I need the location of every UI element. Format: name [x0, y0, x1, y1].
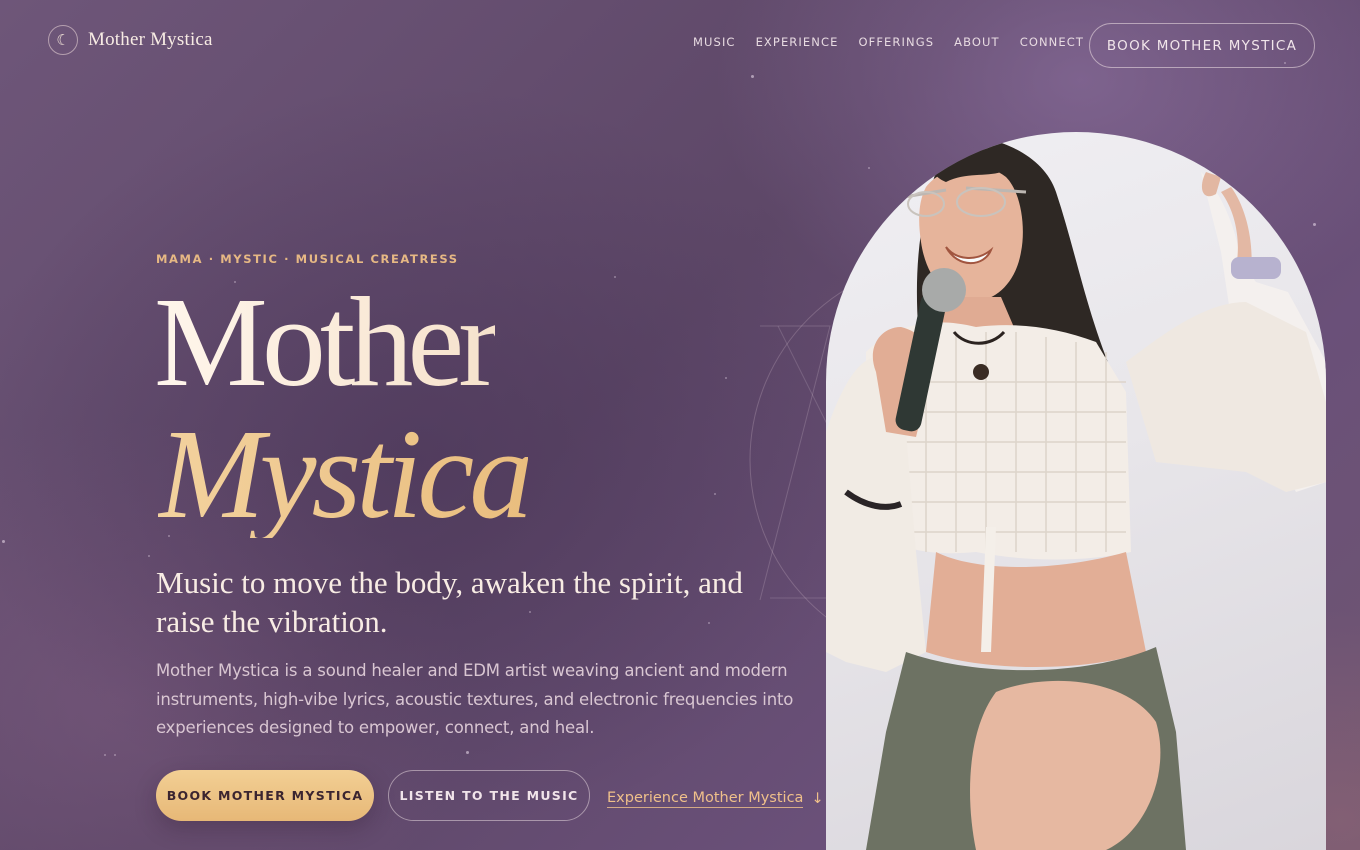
hero-tagline: Music to move the body, awaken the spiri…	[156, 565, 743, 639]
nav-experience[interactable]: EXPERIENCE	[756, 35, 839, 49]
experience-link[interactable]: Experience Mother Mystica ↓	[607, 790, 824, 808]
main-nav: MUSIC EXPERIENCE OFFERINGS ABOUT CONNECT	[693, 35, 1104, 49]
nav-offerings[interactable]: OFFERINGS	[858, 35, 934, 49]
nav-connect[interactable]: CONNECT	[1020, 35, 1084, 49]
hero-description: Mother Mystica is a sound healer and EDM…	[156, 661, 794, 737]
hero-photo	[826, 132, 1326, 850]
brand-name: Mother Mystica	[88, 29, 213, 50]
arrow-down-icon: ↓	[811, 791, 824, 807]
hero-eyebrow: MAMA · MYSTIC · MUSICAL CREATRESS	[156, 252, 459, 266]
nav-music[interactable]: MUSIC	[693, 35, 736, 49]
crescent-moon-icon: ☾	[48, 25, 78, 55]
listen-button[interactable]: LISTEN TO THE MUSIC	[388, 770, 590, 821]
hero-title-line1: Mother	[154, 271, 501, 413]
brand-logo[interactable]: ☾ Mother Mystica	[48, 25, 213, 55]
nav-about[interactable]: ABOUT	[954, 35, 1000, 49]
hero-title-line2: Mystica	[158, 403, 533, 545]
experience-link-label: Experience Mother Mystica	[607, 790, 804, 808]
header-book-button[interactable]: BOOK MOTHER MYSTICA	[1089, 23, 1315, 68]
book-button[interactable]: BOOK MOTHER MYSTICA	[156, 770, 374, 821]
